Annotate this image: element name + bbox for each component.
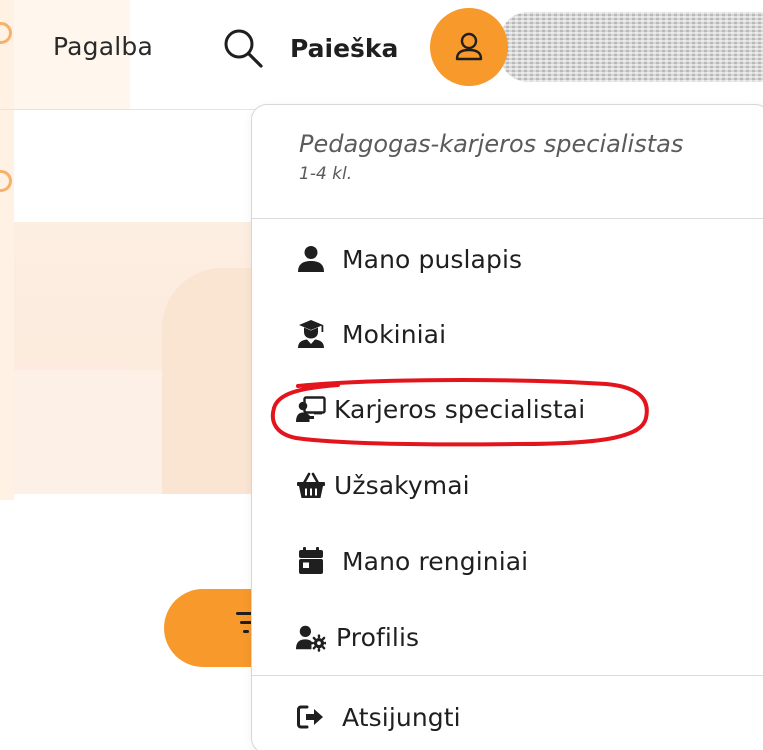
menu-item-my-page[interactable]: Mano puslapis: [296, 237, 522, 281]
menu-item-career-specialists[interactable]: Karjeros specialistai: [296, 387, 585, 431]
menu-item-label: Atsijungti: [342, 702, 461, 732]
search-label: Paieška: [290, 33, 399, 63]
graduate-icon: [296, 319, 330, 349]
user-dropdown-menu: Pedagogas-karjeros specialistas 1-4 kl. …: [251, 104, 763, 750]
search-button[interactable]: Paieška: [222, 22, 398, 74]
user-icon: [455, 32, 483, 61]
menu-item-orders[interactable]: Užsakymai: [296, 463, 470, 507]
role-subtitle: 1-4 kl.: [299, 164, 353, 184]
role-info: Pedagogas-karjeros specialistas 1-4 kl.: [252, 105, 763, 219]
role-title: Pedagogas-karjeros specialistas: [299, 130, 684, 158]
sign-out-icon: [296, 702, 330, 732]
menu-item-logout[interactable]: Atsijungti: [296, 695, 461, 739]
menu-divider: [252, 675, 763, 676]
menu-item-students[interactable]: Mokiniai: [296, 312, 446, 356]
chalkboard-teacher-icon: [296, 394, 330, 424]
menu-item-my-events[interactable]: Mano renginiai: [296, 539, 528, 583]
user-icon: [296, 244, 330, 274]
menu-item-profile[interactable]: Profilis: [296, 615, 419, 659]
search-icon: [224, 29, 263, 68]
menu-item-label: Užsakymai: [334, 470, 470, 500]
menu-item-label: Mano renginiai: [342, 546, 529, 576]
top-navigation-bar: Pagalba Paieška: [0, 0, 763, 110]
help-link[interactable]: Pagalba: [53, 32, 153, 61]
user-cog-icon: [296, 622, 330, 652]
menu-item-label: Mano puslapis: [342, 244, 523, 274]
user-name-redacted[interactable]: [500, 12, 763, 82]
basket-icon: [296, 470, 330, 500]
menu-item-label: Mokiniai: [342, 319, 447, 349]
menu-item-label: Profilis: [336, 622, 420, 652]
user-menu-button[interactable]: [430, 8, 508, 86]
menu-item-label: Karjeros specialistai: [334, 394, 586, 424]
calendar-icon: [296, 546, 330, 576]
